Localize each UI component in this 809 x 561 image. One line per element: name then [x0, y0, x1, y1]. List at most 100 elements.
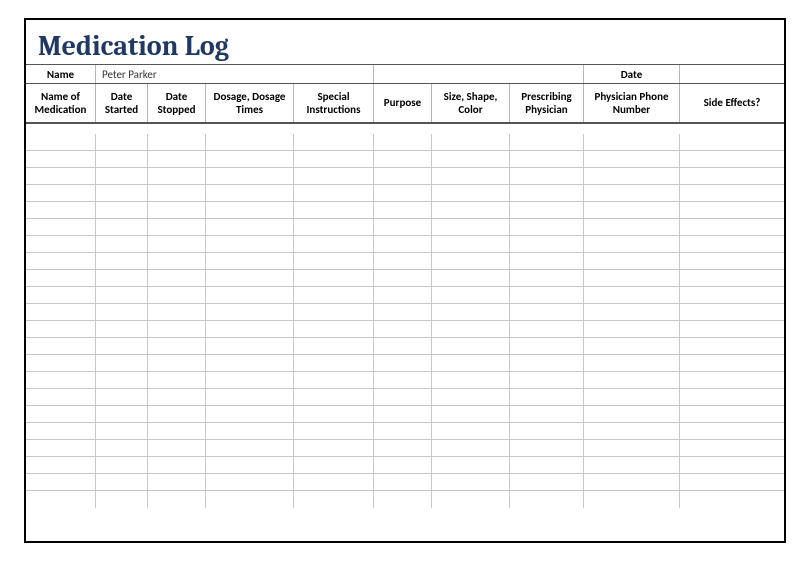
table-cell[interactable] [294, 457, 374, 473]
table-cell[interactable] [294, 304, 374, 320]
table-cell[interactable] [432, 389, 510, 405]
table-cell[interactable] [294, 219, 374, 235]
table-cell[interactable] [206, 236, 294, 252]
table-cell[interactable] [680, 457, 784, 473]
table-cell[interactable] [584, 440, 680, 456]
table-cell[interactable] [206, 491, 294, 508]
table-cell[interactable] [148, 185, 206, 201]
table-cell[interactable] [432, 491, 510, 508]
table-cell[interactable] [294, 236, 374, 252]
table-cell[interactable] [374, 219, 432, 235]
table-cell[interactable] [680, 287, 784, 303]
table-cell[interactable] [294, 474, 374, 490]
table-cell[interactable] [374, 440, 432, 456]
table-cell[interactable] [26, 134, 96, 150]
table-cell[interactable] [26, 389, 96, 405]
table-cell[interactable] [584, 287, 680, 303]
table-cell[interactable] [148, 304, 206, 320]
table-cell[interactable] [96, 236, 148, 252]
table-cell[interactable] [96, 440, 148, 456]
table-cell[interactable] [294, 202, 374, 218]
table-cell[interactable] [294, 406, 374, 422]
table-cell[interactable] [206, 321, 294, 337]
table-cell[interactable] [680, 168, 784, 184]
table-cell[interactable] [206, 355, 294, 371]
table-cell[interactable] [148, 355, 206, 371]
table-cell[interactable] [26, 474, 96, 490]
table-cell[interactable] [680, 202, 784, 218]
table-cell[interactable] [294, 134, 374, 150]
table-cell[interactable] [510, 474, 584, 490]
table-cell[interactable] [148, 440, 206, 456]
table-cell[interactable] [510, 321, 584, 337]
table-cell[interactable] [432, 219, 510, 235]
table-cell[interactable] [206, 185, 294, 201]
table-cell[interactable] [510, 253, 584, 269]
table-cell[interactable] [432, 270, 510, 286]
table-cell[interactable] [96, 457, 148, 473]
name-value[interactable]: Peter Parker [96, 65, 374, 83]
table-cell[interactable] [374, 474, 432, 490]
table-cell[interactable] [26, 372, 96, 388]
table-cell[interactable] [96, 474, 148, 490]
table-cell[interactable] [96, 168, 148, 184]
table-cell[interactable] [510, 151, 584, 167]
table-cell[interactable] [510, 457, 584, 473]
table-cell[interactable] [680, 304, 784, 320]
table-cell[interactable] [148, 423, 206, 439]
table-cell[interactable] [96, 202, 148, 218]
table-cell[interactable] [680, 253, 784, 269]
table-cell[interactable] [510, 440, 584, 456]
table-cell[interactable] [510, 270, 584, 286]
table-cell[interactable] [26, 219, 96, 235]
table-cell[interactable] [26, 185, 96, 201]
table-cell[interactable] [374, 270, 432, 286]
table-cell[interactable] [26, 457, 96, 473]
table-cell[interactable] [510, 168, 584, 184]
table-cell[interactable] [96, 355, 148, 371]
table-cell[interactable] [432, 321, 510, 337]
table-cell[interactable] [26, 202, 96, 218]
table-cell[interactable] [584, 457, 680, 473]
table-cell[interactable] [374, 321, 432, 337]
table-cell[interactable] [206, 304, 294, 320]
table-cell[interactable] [294, 491, 374, 508]
table-cell[interactable] [206, 457, 294, 473]
table-cell[interactable] [374, 151, 432, 167]
table-cell[interactable] [432, 423, 510, 439]
table-cell[interactable] [680, 423, 784, 439]
table-cell[interactable] [510, 202, 584, 218]
table-cell[interactable] [510, 389, 584, 405]
table-cell[interactable] [96, 185, 148, 201]
table-cell[interactable] [96, 406, 148, 422]
table-cell[interactable] [148, 236, 206, 252]
table-cell[interactable] [206, 406, 294, 422]
table-cell[interactable] [432, 338, 510, 354]
table-cell[interactable] [26, 440, 96, 456]
table-cell[interactable] [206, 338, 294, 354]
table-cell[interactable] [294, 423, 374, 439]
table-cell[interactable] [294, 372, 374, 388]
table-cell[interactable] [96, 287, 148, 303]
table-cell[interactable] [432, 151, 510, 167]
table-cell[interactable] [510, 338, 584, 354]
table-cell[interactable] [374, 202, 432, 218]
table-cell[interactable] [294, 440, 374, 456]
table-cell[interactable] [584, 236, 680, 252]
table-cell[interactable] [680, 355, 784, 371]
table-cell[interactable] [206, 168, 294, 184]
table-cell[interactable] [680, 185, 784, 201]
table-cell[interactable] [584, 304, 680, 320]
table-cell[interactable] [374, 253, 432, 269]
table-cell[interactable] [510, 355, 584, 371]
table-cell[interactable] [374, 236, 432, 252]
table-cell[interactable] [432, 134, 510, 150]
table-cell[interactable] [584, 423, 680, 439]
table-cell[interactable] [374, 423, 432, 439]
table-cell[interactable] [148, 321, 206, 337]
table-cell[interactable] [148, 151, 206, 167]
table-cell[interactable] [680, 236, 784, 252]
table-cell[interactable] [26, 151, 96, 167]
table-cell[interactable] [584, 270, 680, 286]
table-cell[interactable] [26, 236, 96, 252]
